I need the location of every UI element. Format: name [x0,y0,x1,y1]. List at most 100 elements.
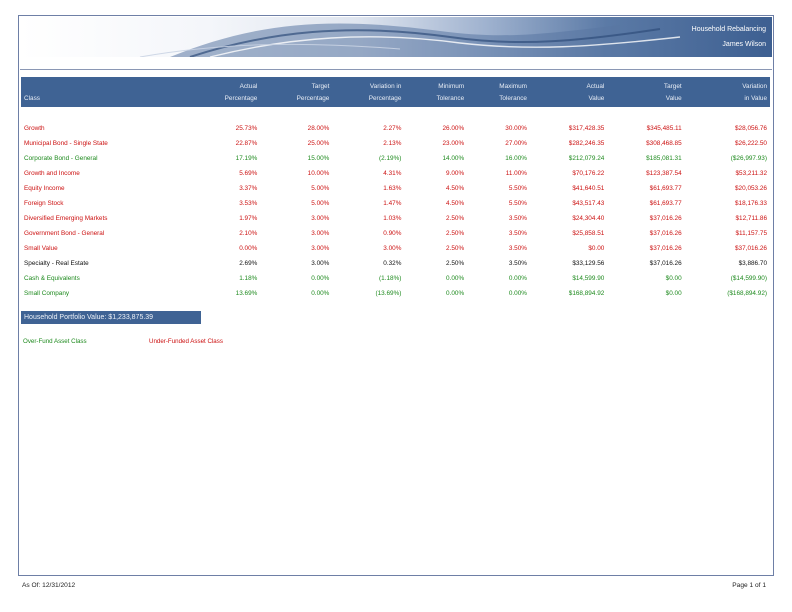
table-cell: ($168,894.92) [727,290,767,297]
table-cell: 9.00% [446,170,465,177]
table-cell: $37,016.26 [735,245,767,252]
column-header: Target Percentage [260,77,333,107]
table-cell: $212,079.24 [568,155,605,162]
portfolio-value-bar: Household Portfolio Value: $1,233,875.39 [21,311,201,324]
table-cell: 4.31% [383,170,402,177]
table-cell: 1.97% [239,215,258,222]
table-cell: 0.00% [239,245,258,252]
table-cell: ($14,599.90) [730,275,767,282]
column-header: Class [21,77,189,107]
table-cell: $11,157.75 [735,230,767,237]
table-row: Small Value 0.00% 3.00% 3.00% 2.50% 3.50% $0.0… [21,241,770,256]
legend-under-funded: Under-Funded Asset Class [149,338,223,345]
asset-class-name: Small Company [24,290,70,297]
table-cell: 4.50% [446,200,465,207]
column-header-line2: in Value [744,95,767,102]
column-header-line2: Percentage [224,95,258,102]
table-row: Growth 25.73% 28.00% 2.27% 26.00% 30.00% $317,… [21,121,770,136]
table-cell: 1.63% [383,185,402,192]
legend-over-funded: Over-Fund Asset Class [23,338,87,345]
table-cell: 3.50% [508,230,527,237]
column-header-line1: Target [311,83,330,90]
table-cell: $41,640.51 [572,185,605,192]
asset-class-name: Diversified Emerging Markets [24,215,108,222]
asset-class-name: Foreign Stock [24,200,64,207]
column-header: Maximum Tolerance [467,77,530,107]
table-cell: $25,858.51 [572,230,605,237]
asset-class-name: Equity Income [24,185,65,192]
table-cell: $168,894.92 [568,290,605,297]
table-cell: $3,886.70 [738,260,767,267]
table-cell: 3.00% [311,260,330,267]
table-cell: 0.00% [508,290,527,297]
table-cell: $37,016.26 [649,230,682,237]
table-row: Foreign Stock 3.53% 5.00% 1.47% 4.50% 5.50% $4… [21,196,770,211]
table-cell: 3.00% [311,230,330,237]
column-header-line2: Percentage [296,95,330,102]
column-header-line1: Target [663,83,682,90]
column-header-line1: Actual [239,83,258,90]
table-cell: (13.69%) [375,290,402,297]
table-row: Cash & Equivalents 1.18% 0.00% (1.18%) 0.00%… [21,271,770,286]
banner-swoosh-graphic [139,23,681,57]
table-cell: 11.00% [505,170,527,177]
table-cell: 3.37% [239,185,258,192]
table-cell: $43,517.43 [572,200,605,207]
table-cell: 0.00% [508,275,527,282]
report-title: Household Rebalancing [691,26,766,33]
table-row: Specialty - Real Estate 2.69% 3.00% 0.32% 2.… [21,256,770,271]
table-cell: $28,056.76 [735,125,767,132]
table-cell: 4.50% [446,185,465,192]
table-row: Growth and Income 5.69% 10.00% 4.31% 9.00% 11… [21,166,770,181]
column-header-line2: Value [588,95,605,102]
column-header: Minimum Tolerance [404,77,468,107]
table-cell: 0.32% [383,260,402,267]
table-cell: $37,016.26 [649,260,682,267]
asset-class-name: Growth and Income [24,170,80,177]
table-cell: (2.19%) [379,155,402,162]
table-cell: 14.00% [442,155,465,162]
table-cell: 25.73% [235,125,258,132]
column-header: Variation in Percentage [332,77,405,107]
column-header: Actual Percentage [188,77,261,107]
table-cell: 2.10% [239,230,258,237]
asset-class-name: Government Bond - General [24,230,105,237]
table-cell: $37,016.26 [649,245,682,252]
table-cell: 0.00% [311,275,330,282]
table-cell: 5.69% [239,170,258,177]
table-row: Municipal Bond - Single State 22.87% 25.00… [21,136,770,151]
table-body: Growth 25.73% 28.00% 2.27% 26.00% 30.00% $317,… [21,107,770,301]
column-header-line1: Minimum [438,83,465,90]
page-number: Page 1 of 1 [732,582,766,589]
as-of-date: As Of: 12/31/2012 [22,582,76,589]
table-cell: 2.13% [383,140,402,147]
table-row: Small Company 13.69% 0.00% (13.69%) 0.00% 0.0… [21,286,770,301]
column-header-line2: Percentage [368,95,402,102]
report-frame: Household Rebalancing James Wilson Class… [18,15,774,576]
table-cell: 3.00% [311,215,330,222]
table-cell: $308,468.85 [646,140,682,147]
table-cell: 3.00% [311,245,330,252]
column-header-line2: Tolerance [436,95,465,102]
table-cell: 5.50% [508,185,527,192]
column-header-line2: Class [24,95,40,102]
table-cell: 3.50% [508,215,527,222]
table-cell: $20,053.26 [735,185,767,192]
table-cell: 1.18% [239,275,258,282]
table-cell: 16.00% [505,155,527,162]
column-header-line1: Maximum [499,83,527,90]
table-cell: 2.27% [383,125,402,132]
client-name: James Wilson [722,41,766,48]
column-header: Actual Value [529,77,608,107]
table-cell: 3.53% [239,200,258,207]
table-cell: 22.87% [235,140,258,147]
table-cell: $12,711.86 [735,215,767,222]
table-cell: 5.50% [508,200,527,207]
table-cell: 0.00% [446,275,465,282]
table-cell: 0.90% [383,230,402,237]
asset-class-name: Small Value [24,245,58,252]
asset-class-name: Specialty - Real Estate [24,260,89,267]
table-cell: 3.00% [383,245,402,252]
table-cell: 5.00% [311,185,330,192]
table-header: Class Actual Percentage Target Percentage Var… [21,77,770,107]
